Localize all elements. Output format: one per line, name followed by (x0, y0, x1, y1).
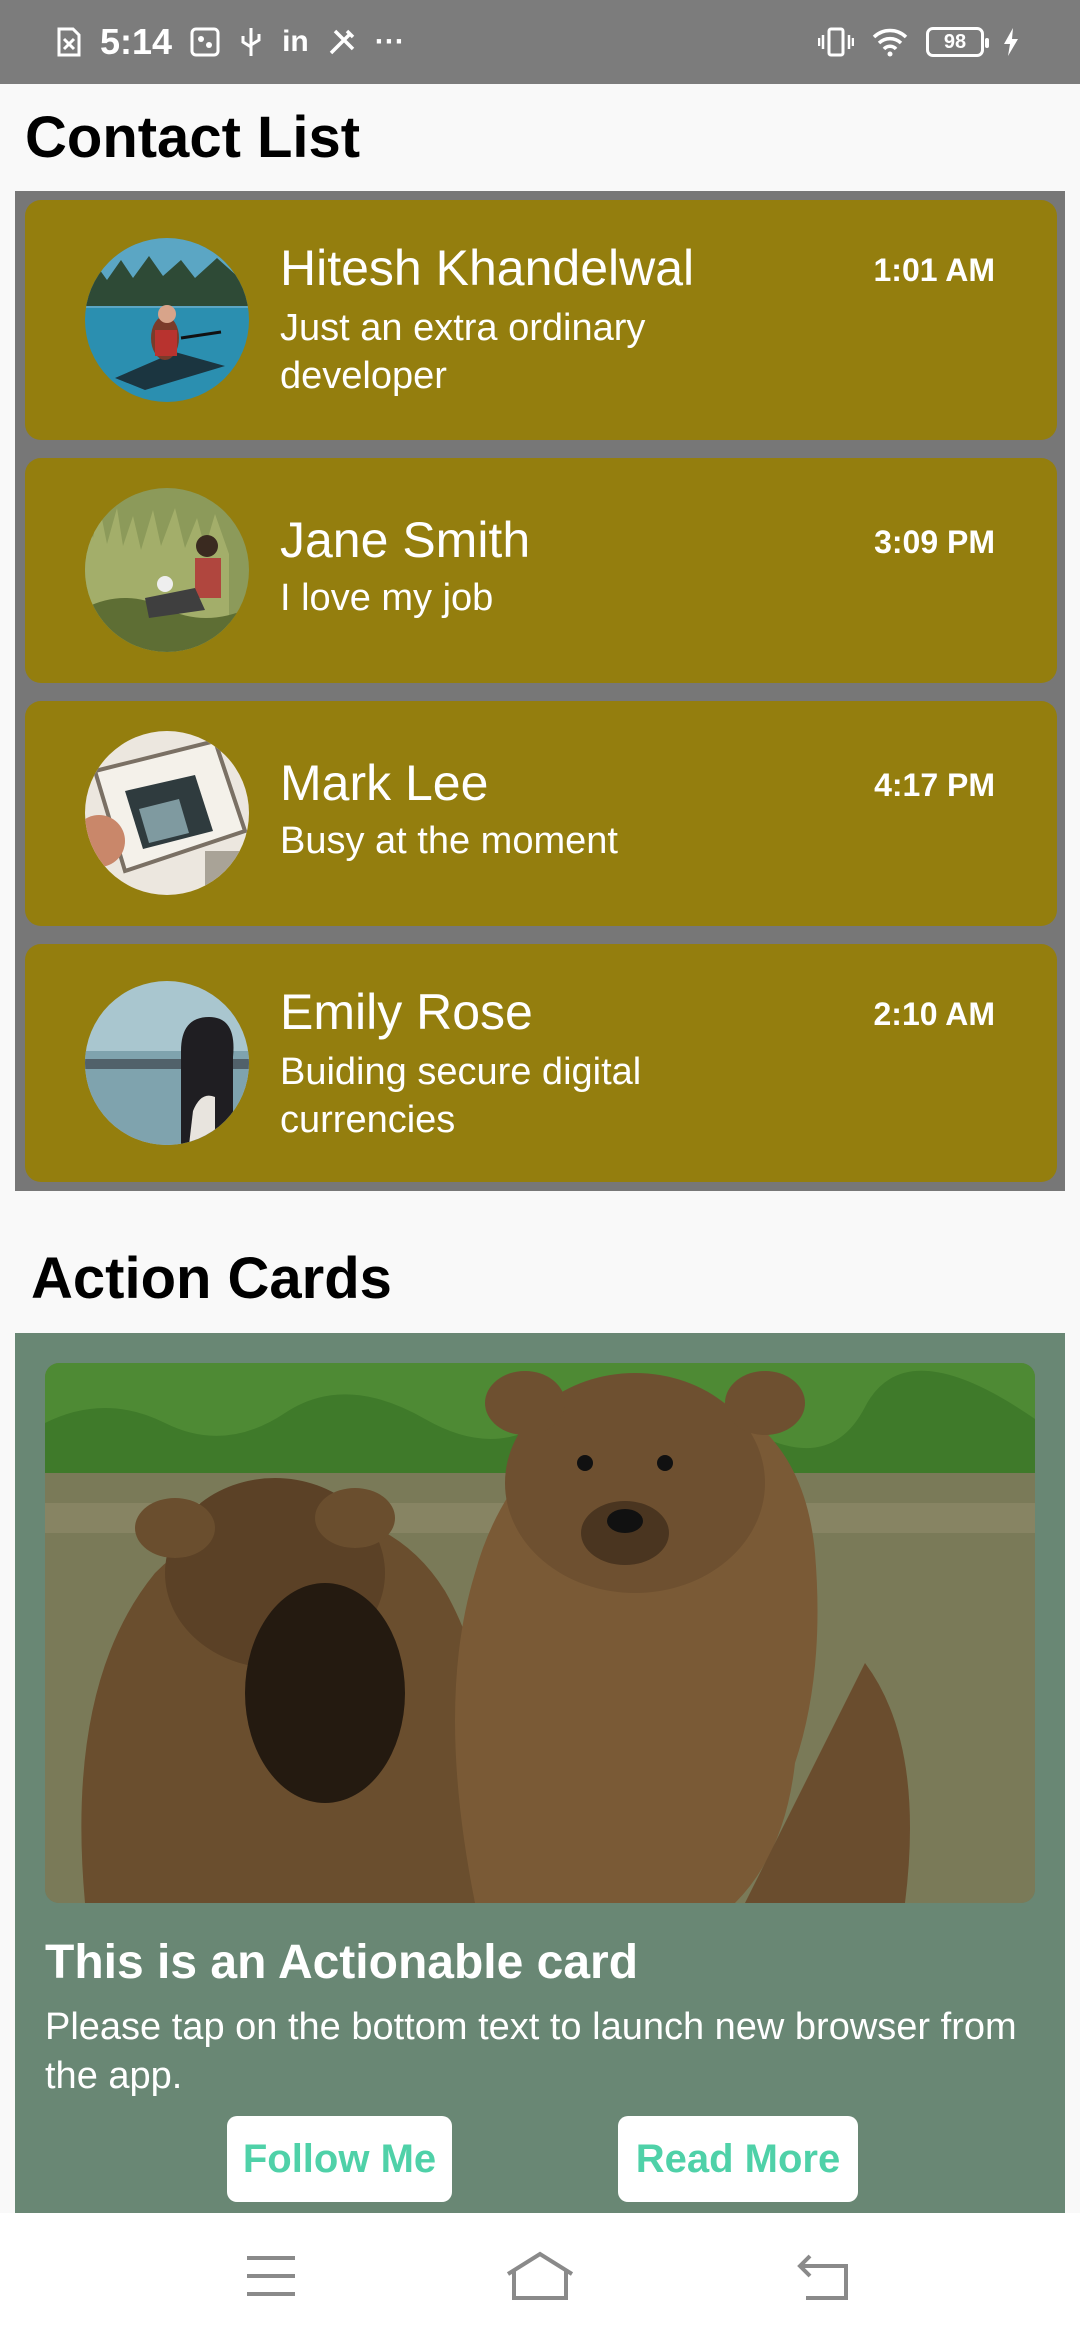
contact-name: Emily Rose (280, 984, 533, 1040)
contact-time: 2:10 AM (873, 996, 995, 1032)
contact-time: 1:01 AM (873, 252, 995, 288)
back-icon[interactable] (796, 2248, 852, 2304)
action-card[interactable]: This is an Actionable card Please tap on… (15, 1333, 1065, 2213)
contact-status: I love my job (280, 577, 494, 619)
contact-card[interactable]: Mark Lee Busy at the moment 4:17 PM (25, 701, 1057, 926)
avatar (85, 238, 249, 402)
action-card-heading: This is an Actionable card (45, 1936, 639, 1989)
more-dots-icon: ··· (374, 25, 405, 58)
contact-card[interactable]: Jane Smith I love my job 3:09 PM (25, 458, 1057, 683)
contact-name: Mark Lee (280, 755, 489, 811)
status-bar: 5:14 in ··· 98 (0, 0, 1080, 84)
linkedin-icon: in (282, 25, 309, 58)
sim-card-icon (57, 27, 81, 57)
usb-icon (241, 28, 261, 56)
status-bar-left: 5:14 in ··· (56, 21, 405, 63)
battery-level: 98 (943, 30, 967, 53)
usb-debug-icon (190, 27, 220, 57)
contact-time: 3:09 PM (874, 524, 995, 560)
contact-card[interactable]: Emily Rose Buiding secure digital curren… (25, 944, 1057, 1182)
charging-icon (1004, 28, 1018, 56)
contact-status: Busy at the moment (280, 820, 618, 862)
contact-name: Hitesh Khandelwal (280, 240, 695, 296)
contact-status: Just an extra ordinary developer (280, 307, 646, 397)
wifi-icon (872, 28, 908, 57)
contact-time: 4:17 PM (874, 767, 995, 803)
bears-image (45, 1363, 1035, 1903)
navigation-bar (0, 2213, 1080, 2340)
contact-card[interactable]: Hitesh Khandelwal Just an extra ordinary… (25, 200, 1057, 440)
status-time: 5:14 (100, 21, 173, 62)
vibrate-icon (818, 27, 854, 57)
contact-status: Buiding secure digital currencies (280, 1051, 642, 1141)
contact-list[interactable]: Hitesh Khandelwal Just an extra ordinary… (15, 191, 1065, 1191)
contact-name: Jane Smith (280, 512, 531, 568)
tools-icon (329, 29, 354, 55)
read-more-button[interactable]: Read More (618, 2116, 858, 2202)
menu-icon[interactable] (243, 2248, 299, 2304)
avatar (85, 731, 249, 895)
status-bar-right: 98 (818, 27, 1020, 57)
contact-list-title: Contact List (25, 105, 361, 170)
action-cards-title: Action Cards (31, 1246, 392, 1311)
avatar (85, 981, 249, 1145)
avatar (85, 488, 249, 652)
home-icon[interactable] (504, 2248, 576, 2304)
battery-icon: 98 (926, 27, 989, 57)
action-card-description: Please tap on the bottom text to launch … (45, 2006, 1017, 2097)
follow-me-button[interactable]: Follow Me (227, 2116, 452, 2202)
